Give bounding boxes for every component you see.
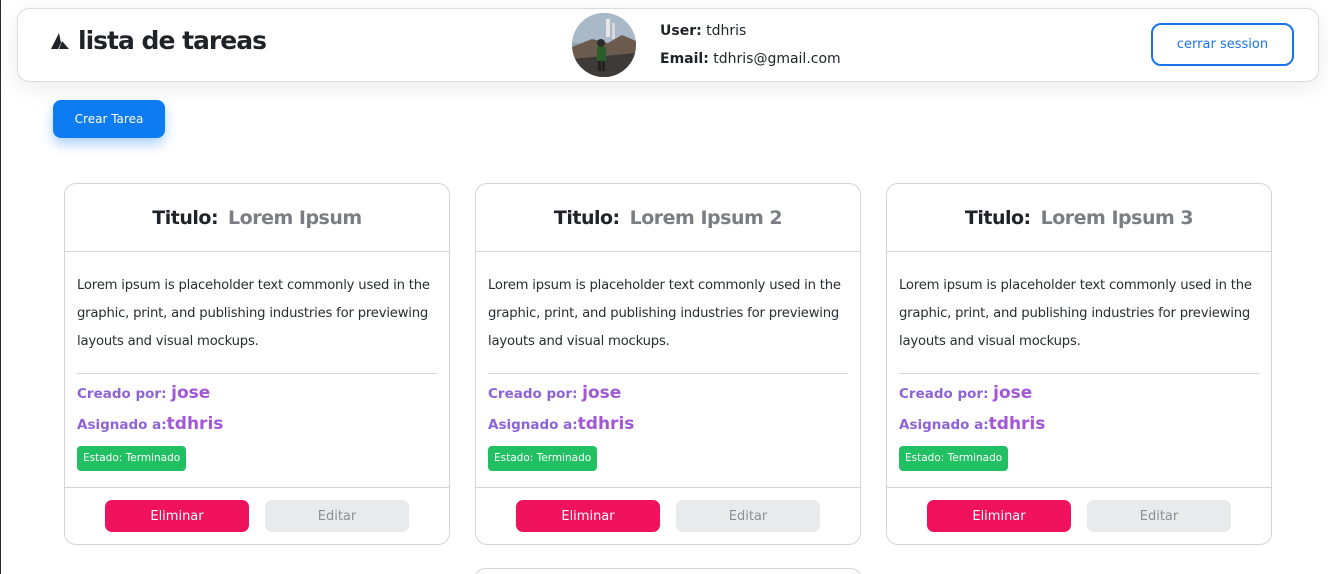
email-value: tdhris@gmail.com [713, 51, 841, 67]
card-meta: Creado por: jose Asignado a:tdhris Estad… [65, 374, 449, 471]
card-title: Titulo: Lorem Ipsum 2 [476, 184, 860, 252]
brand: lista de tareas [50, 26, 267, 55]
logout-button[interactable]: cerrar session [1151, 23, 1294, 66]
card-description: Lorem ipsum is placeholder text commonly… [77, 278, 430, 349]
assigned-to-label: Asignado a: [77, 417, 167, 433]
card-description: Lorem ipsum is placeholder text commonly… [899, 278, 1252, 349]
user-avatar [572, 13, 636, 77]
card-title-label: Titulo: [152, 206, 219, 229]
user-row: User: tdhris [660, 17, 841, 45]
user-value: tdhris [706, 23, 747, 39]
card-title: Titulo: Lorem Ipsum [65, 184, 449, 252]
card-title-value: Lorem Ipsum [228, 206, 362, 229]
task-card-partial [475, 568, 861, 574]
created-by: Creado por: jose [488, 378, 848, 409]
assigned-to-label: Asignado a: [899, 417, 989, 433]
task-card: Titulo: Lorem Ipsum 3 Lorem ipsum is pla… [886, 183, 1272, 545]
card-description: Lorem ipsum is placeholder text commonly… [488, 278, 841, 349]
assigned-to: Asignado a:tdhris [899, 409, 1259, 440]
task-card: Titulo: Lorem Ipsum 2 Lorem ipsum is pla… [475, 183, 861, 545]
created-by: Creado por: jose [899, 378, 1259, 409]
edit-button[interactable]: Editar [1087, 500, 1231, 532]
created-by-label: Creado por: [899, 386, 989, 402]
app-title: lista de tareas [78, 26, 267, 55]
assigned-to-value: tdhris [577, 414, 635, 434]
task-card: Titulo: Lorem Ipsum Lorem ipsum is place… [64, 183, 450, 545]
card-meta: Creado por: jose Asignado a:tdhris Estad… [476, 374, 860, 471]
delete-button[interactable]: Eliminar [927, 500, 1071, 532]
assigned-to: Asignado a:tdhris [488, 409, 848, 440]
assigned-to: Asignado a:tdhris [77, 409, 437, 440]
created-by-label: Creado por: [488, 386, 578, 402]
card-actions: Eliminar Editar [65, 487, 449, 544]
status-badge: Estado: Terminado [899, 446, 1009, 471]
card-meta: Creado por: jose Asignado a:tdhris Estad… [887, 374, 1271, 471]
delete-button[interactable]: Eliminar [105, 500, 249, 532]
delete-button[interactable]: Eliminar [516, 500, 660, 532]
created-by: Creado por: jose [77, 378, 437, 409]
card-title: Titulo: Lorem Ipsum 3 [887, 184, 1271, 252]
card-title-value: Lorem Ipsum 2 [629, 206, 783, 229]
created-by-value: jose [582, 383, 622, 403]
assigned-to-value: tdhris [988, 414, 1046, 434]
email-label: Email: [660, 51, 709, 67]
create-task-button[interactable]: Crear Tarea [53, 100, 165, 138]
user-info: User: tdhris Email: tdhris@gmail.com [660, 17, 841, 73]
card-title-label: Titulo: [553, 206, 620, 229]
card-title-value: Lorem Ipsum 3 [1040, 206, 1194, 229]
card-title-label: Titulo: [964, 206, 1031, 229]
edit-button[interactable]: Editar [676, 500, 820, 532]
created-by-label: Creado por: [77, 386, 167, 402]
status-badge: Estado: Terminado [488, 446, 598, 471]
email-row: Email: tdhris@gmail.com [660, 45, 841, 73]
card-actions: Eliminar Editar [476, 487, 860, 544]
assigned-to-value: tdhris [166, 414, 224, 434]
app-header: lista de tareas User: tdhris Email: tdhr… [17, 8, 1319, 82]
user-label: User: [660, 23, 702, 39]
created-by-value: jose [993, 383, 1033, 403]
card-actions: Eliminar Editar [887, 487, 1271, 544]
status-badge: Estado: Terminado [77, 446, 187, 471]
logo-icon [51, 32, 69, 49]
assigned-to-label: Asignado a: [488, 417, 578, 433]
edit-button[interactable]: Editar [265, 500, 409, 532]
created-by-value: jose [171, 383, 211, 403]
